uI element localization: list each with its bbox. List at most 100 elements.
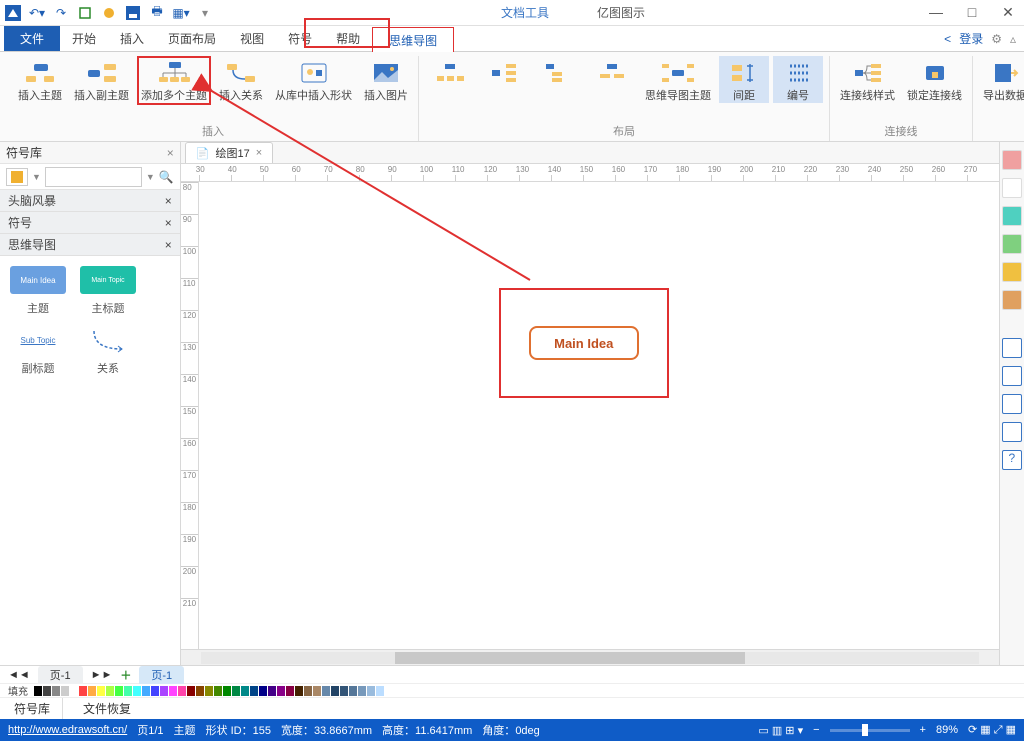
close-button[interactable]: ✕ <box>996 4 1020 21</box>
color-swatch[interactable] <box>115 686 123 696</box>
print-icon[interactable]: 🖶 <box>148 4 166 22</box>
tab-start[interactable]: 开始 <box>60 26 108 51</box>
close-icon[interactable]: × <box>165 216 172 230</box>
color-swatch[interactable] <box>97 686 105 696</box>
qat-more-icon[interactable]: ▾ <box>196 4 214 22</box>
close-icon[interactable]: × <box>165 194 172 208</box>
tool-pen[interactable] <box>1002 178 1022 198</box>
color-swatch[interactable] <box>133 686 141 696</box>
color-swatch[interactable] <box>358 686 366 696</box>
close-icon[interactable]: × <box>165 238 172 252</box>
search-input[interactable] <box>45 167 142 187</box>
tool-edit-icon[interactable] <box>1002 394 1022 414</box>
color-swatch[interactable] <box>313 686 321 696</box>
page-tab-left[interactable]: 页-1 <box>38 666 83 684</box>
tool-help-icon[interactable]: ? <box>1002 450 1022 470</box>
redo-icon[interactable]: ↷ <box>52 4 70 22</box>
maximize-button[interactable]: □ <box>960 4 984 21</box>
undo-icon[interactable]: ↶▾ <box>28 4 46 22</box>
layout-style-1-button[interactable] <box>425 56 475 103</box>
horizontal-scrollbar[interactable] <box>181 649 999 665</box>
color-swatch[interactable] <box>241 686 249 696</box>
preview-icon[interactable]: ▦▾ <box>172 4 190 22</box>
color-swatch[interactable] <box>79 686 87 696</box>
main-idea-shape[interactable]: Main Idea <box>529 326 639 360</box>
category-symbols[interactable]: 符号× <box>0 212 180 234</box>
color-swatch[interactable] <box>250 686 258 696</box>
color-swatch[interactable] <box>169 686 177 696</box>
zoom-slider[interactable] <box>830 729 910 732</box>
color-swatch[interactable] <box>268 686 276 696</box>
mindmap-theme-button[interactable]: 思维导图主题 <box>641 56 715 103</box>
save-icon[interactable] <box>124 4 142 22</box>
login-link[interactable]: 登录 <box>959 30 983 47</box>
numbering-button[interactable]: 编号 <box>773 56 823 103</box>
new-doc-icon[interactable] <box>76 4 94 22</box>
color-swatch[interactable] <box>205 686 213 696</box>
color-swatch[interactable] <box>340 686 348 696</box>
color-swatch[interactable] <box>196 686 204 696</box>
color-swatch[interactable] <box>277 686 285 696</box>
tool-image-icon[interactable] <box>1002 262 1022 282</box>
add-page-button[interactable]: ＋ <box>120 667 131 683</box>
category-mindmap[interactable]: 思维导图× <box>0 234 180 256</box>
layout-style-3-button[interactable] <box>533 56 583 103</box>
color-swatch[interactable] <box>70 686 78 696</box>
color-swatch[interactable] <box>331 686 339 696</box>
insert-relation-button[interactable]: 插入关系 <box>215 56 267 103</box>
export-data-button[interactable]: 导出数据 <box>979 56 1024 103</box>
connector-style-button[interactable]: 连接线样式 <box>836 56 899 103</box>
tab-symbol[interactable]: 符号 <box>276 26 324 51</box>
color-swatch[interactable] <box>142 686 150 696</box>
share-icon[interactable]: < <box>944 32 951 46</box>
shape-item-relation[interactable]: 关系 <box>78 326 138 376</box>
shape-item-main-topic[interactable]: Main Topic 主标题 <box>78 266 138 316</box>
minimize-button[interactable]: — <box>924 4 948 21</box>
insert-picture-button[interactable]: 插入图片 <box>360 56 412 103</box>
layout-style-2-button[interactable] <box>479 56 529 103</box>
document-tab[interactable]: 📄 绘图17 × <box>185 142 273 163</box>
panel-close-icon[interactable]: × <box>167 146 174 160</box>
status-right-icons[interactable]: ⟳ ▦ ⤢ ▦ <box>968 723 1016 737</box>
tool-swatch-green[interactable] <box>1002 234 1022 254</box>
insert-subtopic-button[interactable]: 插入副主题 <box>70 56 133 103</box>
color-swatch[interactable] <box>187 686 195 696</box>
color-swatch[interactable] <box>295 686 303 696</box>
tab-page-layout[interactable]: 页面布局 <box>156 26 228 51</box>
tool-page-icon[interactable] <box>1002 290 1022 310</box>
bottom-tab-symbols[interactable]: 符号库 <box>8 698 63 719</box>
color-swatch[interactable] <box>106 686 114 696</box>
tool-color[interactable] <box>1002 150 1022 170</box>
shape-item-sub-topic[interactable]: Sub Topic 副标题 <box>8 326 68 376</box>
color-swatch[interactable] <box>367 686 375 696</box>
tab-help[interactable]: 帮助 <box>324 26 372 51</box>
settings-icon[interactable]: ⚙ <box>991 32 1002 46</box>
canvas[interactable]: Main Idea <box>199 182 999 649</box>
search-icon[interactable]: 🔍 <box>159 170 174 184</box>
color-swatch[interactable] <box>322 686 330 696</box>
add-multiple-topics-button[interactable]: 添加多个主题 <box>137 56 211 105</box>
color-swatch[interactable] <box>34 686 42 696</box>
category-brainstorm[interactable]: 头脑风暴× <box>0 190 180 212</box>
view-mode-icons[interactable]: ▭ ▥ ⊞ ▾ <box>758 724 803 737</box>
zoom-in-button[interactable]: + <box>920 724 926 736</box>
spacing-button[interactable]: 间距 <box>719 56 769 103</box>
insert-shape-from-library-button[interactable]: 从库中插入形状 <box>271 56 356 103</box>
color-swatch[interactable] <box>214 686 222 696</box>
layout-style-4-button[interactable] <box>587 56 637 103</box>
color-swatch[interactable] <box>160 686 168 696</box>
tool-web-icon[interactable] <box>1002 366 1022 386</box>
color-swatch[interactable] <box>259 686 267 696</box>
color-swatch[interactable] <box>376 686 384 696</box>
library-picker[interactable] <box>6 168 28 186</box>
color-swatch[interactable] <box>43 686 51 696</box>
theme-icon[interactable] <box>100 4 118 22</box>
page-tab-right[interactable]: 页-1 <box>139 666 184 684</box>
doc-tab-close-icon[interactable]: × <box>256 147 262 159</box>
insert-topic-button[interactable]: 插入主题 <box>14 56 66 103</box>
color-swatch[interactable] <box>349 686 357 696</box>
status-url[interactable]: http://www.edrawsoft.cn/ <box>8 724 127 736</box>
color-swatch[interactable] <box>52 686 60 696</box>
page-nav-next[interactable]: ►► <box>91 669 113 681</box>
color-swatch[interactable] <box>124 686 132 696</box>
